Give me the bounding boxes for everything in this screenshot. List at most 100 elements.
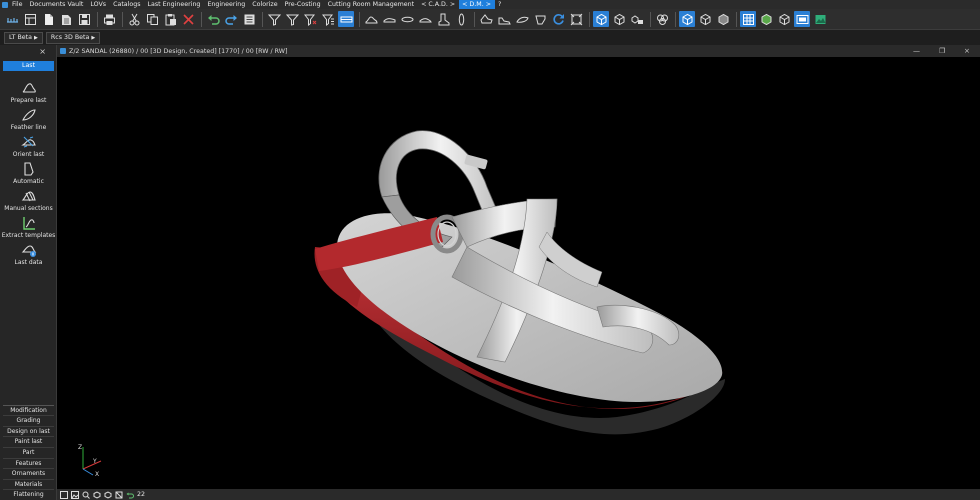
- axis-triad: Z Y X: [78, 444, 102, 477]
- tab-label: LT Beta: [9, 34, 33, 41]
- cube-small-icon[interactable]: [93, 490, 101, 499]
- boot-icon[interactable]: [435, 11, 451, 27]
- tool-prepare-last[interactable]: Prepare last: [0, 80, 57, 104]
- filter-remove-icon[interactable]: [302, 11, 318, 27]
- paste-icon[interactable]: [162, 11, 178, 27]
- new-document-icon[interactable]: [40, 11, 56, 27]
- menu-item-file[interactable]: File: [9, 0, 27, 9]
- cube-camera-icon[interactable]: [629, 11, 645, 27]
- redo-icon[interactable]: [223, 11, 239, 27]
- frame-icon[interactable]: [60, 490, 68, 499]
- document-title: Z/2 SANDAL (26880) / 00 [3D Design, Crea…: [69, 47, 288, 55]
- toolbar-separator: [97, 11, 98, 27]
- feather-line-icon: [21, 109, 36, 121]
- fit-view-icon[interactable]: [568, 11, 584, 27]
- tab-lt-beta[interactable]: LT Beta ▶: [4, 31, 43, 44]
- layer-toggle-icon[interactable]: [338, 11, 354, 27]
- rotate-view-icon[interactable]: [550, 11, 566, 27]
- document-title-bar: Z/2 SANDAL (26880) / 00 [3D Design, Crea…: [57, 45, 980, 57]
- filter-icon[interactable]: [266, 11, 282, 27]
- tool-feather-line[interactable]: Feather line: [0, 107, 57, 131]
- panel-category-list: Modification Grading Design on last Pain…: [3, 404, 54, 500]
- category-paint-last[interactable]: Paint last: [3, 436, 54, 447]
- category-materials[interactable]: Materials: [3, 478, 54, 490]
- texture-cube-icon[interactable]: [758, 11, 774, 27]
- panel-close-button[interactable]: ×: [39, 47, 46, 56]
- shoe-side-icon[interactable]: [496, 11, 512, 27]
- copy-icon[interactable]: [144, 11, 160, 27]
- menu-item-last-engineering[interactable]: Last Engineering: [145, 0, 205, 9]
- category-modification[interactable]: Modification: [3, 404, 54, 416]
- caret-right-icon: ▶: [34, 34, 38, 41]
- manual-sections-icon: [21, 191, 36, 202]
- undo-icon[interactable]: [205, 11, 221, 27]
- category-features[interactable]: Features: [3, 457, 54, 469]
- zoom-icon[interactable]: [82, 491, 90, 499]
- panel-header-last[interactable]: Last: [3, 61, 54, 71]
- view-iso-icon[interactable]: [697, 11, 713, 27]
- cut-icon[interactable]: [126, 11, 142, 27]
- tab-label: Rcs 3D Beta: [50, 34, 90, 41]
- cube-front-icon[interactable]: [776, 11, 792, 27]
- cube-outline-icon[interactable]: [104, 490, 112, 499]
- status-bar: 22: [57, 489, 980, 500]
- restore-button[interactable]: ❐: [939, 45, 945, 57]
- category-grading[interactable]: Grading: [3, 415, 54, 426]
- tool-extract-templates[interactable]: Extract templates: [0, 215, 57, 239]
- close-button[interactable]: ×: [964, 45, 970, 57]
- zoom-value: 22: [137, 491, 146, 498]
- image-icon[interactable]: [71, 490, 79, 499]
- minimize-button[interactable]: —: [913, 45, 920, 57]
- menu-item-lovs[interactable]: LOVs: [87, 0, 110, 9]
- menu-item-colorize[interactable]: Colorize: [249, 0, 281, 9]
- tool-manual-sections[interactable]: Manual sections: [0, 188, 57, 212]
- open-document-icon[interactable]: [58, 11, 74, 27]
- grid-panel-icon[interactable]: [22, 11, 38, 27]
- last-sole-icon[interactable]: [399, 11, 415, 27]
- cube-wire-icon[interactable]: [611, 11, 627, 27]
- category-ornaments[interactable]: Ornaments: [3, 468, 54, 479]
- tool-label: Last data: [14, 259, 43, 266]
- category-design-on-last[interactable]: Design on last: [3, 425, 54, 437]
- render-image-icon[interactable]: [812, 11, 828, 27]
- save-icon[interactable]: [76, 11, 92, 27]
- cube-solid-icon[interactable]: [593, 11, 609, 27]
- menu-item-engineering[interactable]: Engineering: [204, 0, 249, 9]
- tool-last-data[interactable]: Last data: [0, 242, 57, 266]
- app-window: File Documents Vault LOVs Catalogs Last …: [0, 0, 980, 500]
- print-icon[interactable]: [101, 11, 117, 27]
- heel-icon[interactable]: [532, 11, 548, 27]
- document-icon: [60, 48, 66, 54]
- measure-icon[interactable]: [4, 11, 20, 27]
- insole-icon[interactable]: [514, 11, 530, 27]
- screen-capture-icon[interactable]: [794, 11, 810, 27]
- tool-automatic[interactable]: Automatic: [0, 161, 57, 185]
- menu-item-catalogs[interactable]: Catalogs: [110, 0, 144, 9]
- delete-icon[interactable]: [180, 11, 196, 27]
- menu-item-dm[interactable]: < D.M. >: [459, 0, 495, 9]
- wire-cube-icon[interactable]: [115, 491, 123, 499]
- tool-orient-last[interactable]: Orient last: [0, 134, 57, 158]
- 3d-viewport[interactable]: Z Y X: [57, 57, 980, 489]
- menu-item-documents-vault[interactable]: Documents Vault: [27, 0, 88, 9]
- category-flattening[interactable]: Flattening: [3, 489, 54, 500]
- undo-small-icon[interactable]: [126, 491, 134, 499]
- filter-list-icon[interactable]: [320, 11, 336, 27]
- menu-item-cutting-room[interactable]: Cutting Room Management: [325, 0, 418, 9]
- filter-all-icon[interactable]: [284, 11, 300, 27]
- view-box-icon[interactable]: [715, 11, 731, 27]
- last-top-view-icon[interactable]: [453, 11, 469, 27]
- view-3d-icon[interactable]: [679, 11, 695, 27]
- last-flat-icon[interactable]: [381, 11, 397, 27]
- last-side-view-icon[interactable]: [363, 11, 379, 27]
- materials-icon[interactable]: [654, 11, 670, 27]
- last-low-icon[interactable]: [417, 11, 433, 27]
- menu-item-help[interactable]: ?: [495, 0, 505, 9]
- category-part[interactable]: Part: [3, 447, 54, 458]
- properties-icon[interactable]: [241, 11, 257, 27]
- tab-rcs-3d-beta[interactable]: Rcs 3D Beta ▶: [45, 31, 101, 44]
- menu-item-cad[interactable]: < C.A.D. >: [418, 0, 459, 9]
- menu-item-pre-costing[interactable]: Pre-Costing: [282, 0, 325, 9]
- grid-icon[interactable]: [740, 11, 756, 27]
- upper-pattern-icon[interactable]: [478, 11, 494, 27]
